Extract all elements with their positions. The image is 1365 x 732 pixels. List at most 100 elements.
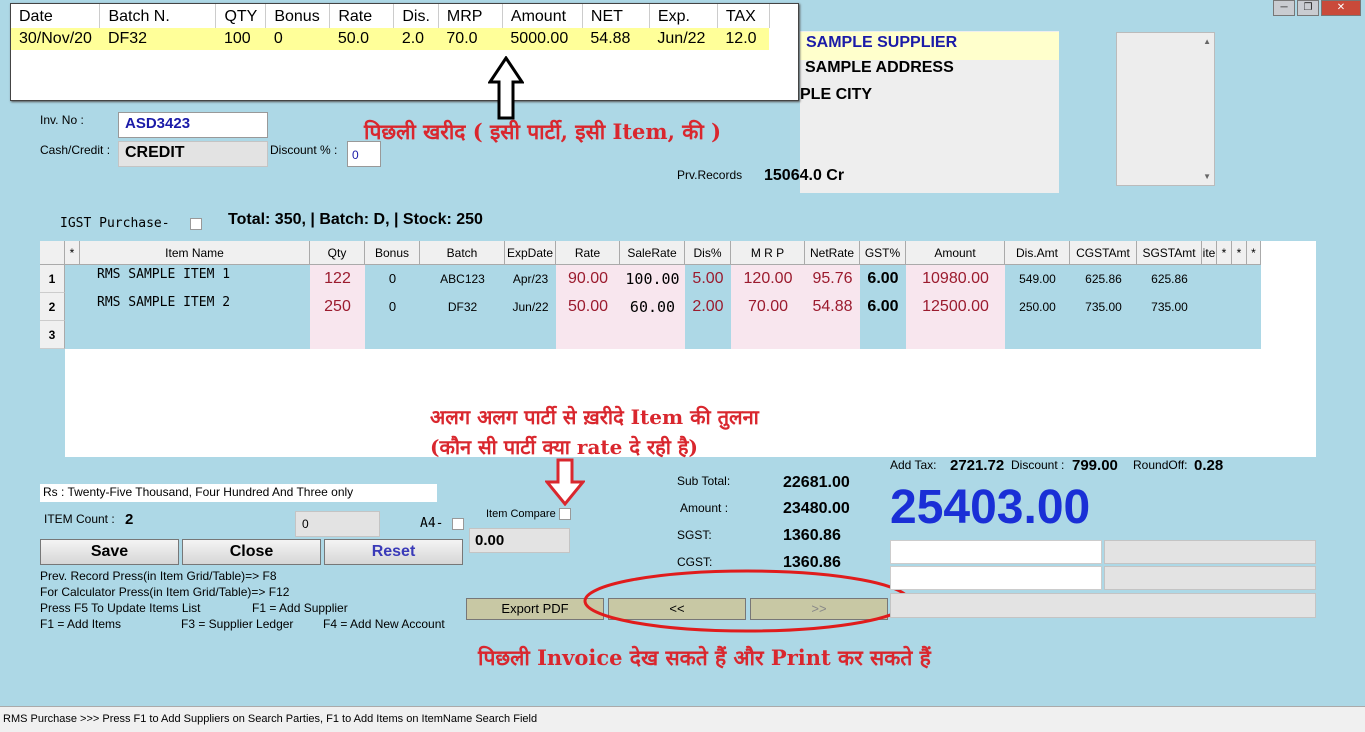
- cell-batch: DF32: [99, 28, 216, 50]
- grid-header-cell[interactable]: *: [1232, 241, 1247, 265]
- previous-purchase-row[interactable]: 30/Nov/20 DF32 100 0 50.0 2.0 70.0 5000.…: [11, 28, 798, 50]
- item-compare-value[interactable]: 0.00: [469, 528, 570, 553]
- save-button[interactable]: Save: [40, 539, 179, 565]
- col-amount: Amount: [502, 4, 583, 28]
- grid-header-cell[interactable]: Dis.Amt: [1005, 241, 1070, 265]
- grid-header-cell[interactable]: *: [1247, 241, 1261, 265]
- grid-cell-bonus[interactable]: 0: [365, 293, 420, 321]
- grid-cell-bonus[interactable]: 0: [365, 265, 420, 293]
- cell-exp: Jun/22: [649, 28, 718, 50]
- discount-label: Discount % :: [270, 143, 338, 157]
- cgst-value: 1360.86: [783, 554, 841, 571]
- grid-header-cell[interactable]: SaleRate: [620, 241, 685, 265]
- grid-cell-net[interactable]: 95.76: [805, 265, 860, 293]
- grid-cell-amount[interactable]: 12500.00: [906, 293, 1005, 321]
- grid-cell-sgst[interactable]: 625.86: [1137, 265, 1202, 293]
- grid-cell-batch[interactable]: ABC123: [420, 265, 505, 293]
- extra-field-1[interactable]: [890, 540, 1102, 564]
- grid-cell-qty[interactable]: 250: [310, 293, 365, 321]
- grand-total: 25403.00: [890, 481, 1091, 534]
- cash-credit-select[interactable]: CREDIT: [118, 141, 268, 167]
- grid-header-cell[interactable]: M R P: [731, 241, 805, 265]
- item-count-field[interactable]: 0: [295, 511, 380, 537]
- grid-header-cell[interactable]: Item Name: [80, 241, 310, 265]
- cell-tax: 12.0: [717, 28, 770, 50]
- cell-rate: 50.0: [329, 28, 394, 50]
- grid-header-cell[interactable]: Rate: [556, 241, 620, 265]
- help-prev-record: Prev. Record Press(in Item Grid/Table)=>…: [40, 569, 277, 583]
- grid-header-cell[interactable]: NetRate: [805, 241, 860, 265]
- grid-cell-gst[interactable]: 6.00: [860, 265, 906, 293]
- close-window-icon[interactable]: ✕: [1321, 0, 1361, 16]
- scroll-up-icon[interactable]: ▲: [1203, 37, 1211, 46]
- grid-header-cell[interactable]: GST%: [860, 241, 906, 265]
- grid-cell-sale[interactable]: 100.00: [620, 265, 685, 293]
- totals-line: Total: 350, | Batch: D, | Stock: 250: [228, 211, 483, 228]
- col-date: Date: [11, 4, 101, 28]
- grid-cell-dis[interactable]: 2.00: [685, 293, 731, 321]
- minimize-icon[interactable]: ─: [1273, 0, 1295, 16]
- inv-no-input[interactable]: ASD3423: [118, 112, 268, 138]
- grid-cell-name[interactable]: RMS SAMPLE ITEM 2: [80, 293, 310, 321]
- extra-field-2[interactable]: [1104, 540, 1316, 564]
- grid-header-cell[interactable]: ite: [1202, 241, 1217, 265]
- grid-cell-gst[interactable]: 6.00: [860, 293, 906, 321]
- grid-header-cell[interactable]: Bonus: [365, 241, 420, 265]
- grid-cell-cgst[interactable]: 625.86: [1070, 265, 1137, 293]
- a4-checkbox[interactable]: [452, 518, 464, 530]
- grid-header-cell[interactable]: Amount: [906, 241, 1005, 265]
- grid-cell-rate[interactable]: 90.00: [556, 265, 620, 293]
- grid-header-cell[interactable]: Qty: [310, 241, 365, 265]
- item-compare-checkbox[interactable]: [559, 508, 571, 520]
- grid-cell-sgst[interactable]: 735.00: [1137, 293, 1202, 321]
- col-tax: TAX: [717, 4, 770, 28]
- grid-cell-net[interactable]: 54.88: [805, 293, 860, 321]
- grid-cell-mrp[interactable]: 70.00: [731, 293, 805, 321]
- grid-header-cell[interactable]: Batch: [420, 241, 505, 265]
- igst-checkbox[interactable]: [190, 218, 202, 230]
- grid-row-number[interactable]: 3: [40, 321, 65, 349]
- cell-bonus: 0: [265, 28, 330, 50]
- item-count-label: ITEM Count :: [44, 512, 115, 526]
- grid-cell-sale[interactable]: 60.00: [620, 293, 685, 321]
- grid-cell-batch[interactable]: DF32: [420, 293, 505, 321]
- scroll-down-icon[interactable]: ▼: [1203, 172, 1211, 181]
- grid-cell-qty[interactable]: 122: [310, 265, 365, 293]
- igst-label: IGST Purchase-: [60, 216, 170, 231]
- grid-cell-disamt[interactable]: 250.00: [1005, 293, 1070, 321]
- grid-header-cell[interactable]: ExpDate: [505, 241, 556, 265]
- grid-cell-exp[interactable]: Apr/23: [505, 265, 556, 293]
- supplier-name[interactable]: SAMPLE SUPPLIER: [800, 32, 1059, 60]
- grid-cell-rate[interactable]: 50.00: [556, 293, 620, 321]
- close-button[interactable]: Close: [182, 539, 321, 565]
- prv-records-label: Prv.Records: [677, 168, 743, 182]
- col-rate: Rate: [329, 4, 395, 28]
- previous-purchase-table: Date Batch N. QTY Bonus Rate Dis. MRP Am…: [11, 4, 798, 50]
- supplier-list-box[interactable]: ▲ ▼: [1116, 32, 1215, 186]
- grid-row-number[interactable]: 1: [40, 265, 65, 293]
- down-arrow-annotation-icon: [545, 458, 585, 506]
- grid-cell-dis[interactable]: 5.00: [685, 265, 731, 293]
- previous-purchase-header: Date Batch N. QTY Bonus Rate Dis. MRP Am…: [11, 4, 798, 28]
- grid-header-cell[interactable]: *: [65, 241, 80, 265]
- restore-icon[interactable]: ❐: [1297, 0, 1319, 16]
- extra-field-4[interactable]: [1104, 566, 1316, 590]
- cell-amount: 5000.00: [502, 28, 583, 50]
- grid-cell-exp[interactable]: Jun/22: [505, 293, 556, 321]
- grid-cell-disamt[interactable]: 549.00: [1005, 265, 1070, 293]
- grid-header-cell[interactable]: Dis%: [685, 241, 731, 265]
- grid-cell-name[interactable]: RMS SAMPLE ITEM 1: [80, 265, 310, 293]
- extra-field-5[interactable]: [890, 593, 1316, 618]
- grid-header-cell[interactable]: SGSTAmt: [1137, 241, 1202, 265]
- reset-button[interactable]: Reset: [324, 539, 463, 565]
- annotation-compare-line2: (कौन सी पार्टी क्या rate दे रही है): [430, 435, 698, 459]
- grid-header-cell[interactable]: CGSTAmt: [1070, 241, 1137, 265]
- extra-field-3[interactable]: [890, 566, 1102, 590]
- grid-row-number[interactable]: 2: [40, 293, 65, 321]
- help-add-account: F4 = Add New Account: [323, 617, 445, 631]
- prv-records-value: 15064.0 Cr: [764, 167, 845, 184]
- grid-cell-amount[interactable]: 10980.00: [906, 265, 1005, 293]
- grid-cell-mrp[interactable]: 120.00: [731, 265, 805, 293]
- grid-cell-cgst[interactable]: 735.00: [1070, 293, 1137, 321]
- grid-header-cell[interactable]: *: [1217, 241, 1232, 265]
